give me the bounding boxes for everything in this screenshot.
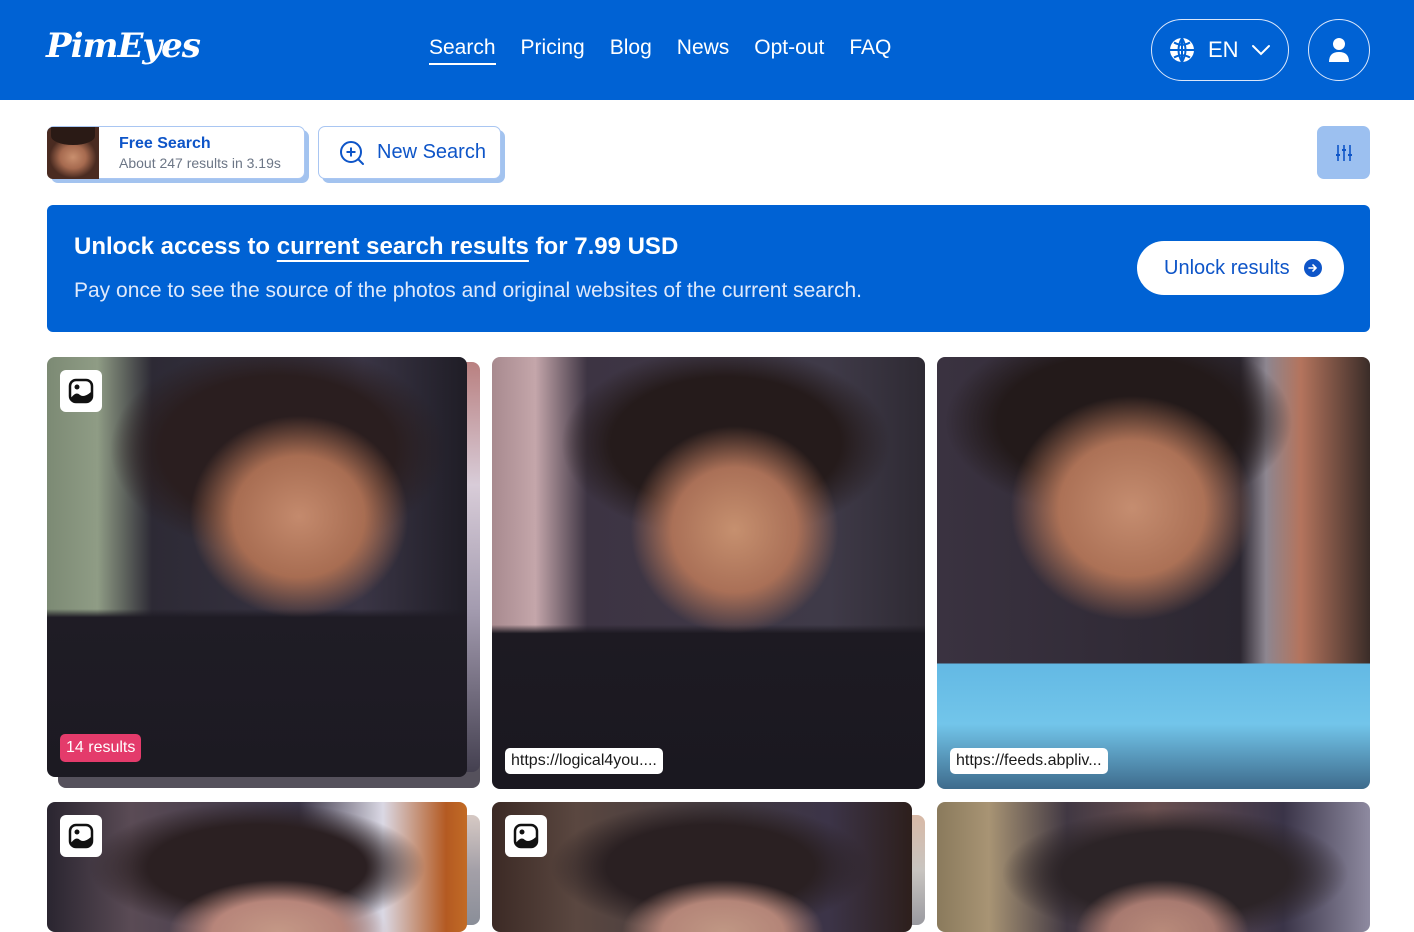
unlock-banner: Unlock access to current search results … <box>47 205 1370 332</box>
account-button[interactable] <box>1308 19 1370 81</box>
unlock-results-label: Unlock results <box>1164 256 1290 279</box>
nav-pricing[interactable]: Pricing <box>521 36 585 66</box>
chevron-down-icon <box>1251 45 1270 56</box>
current-search-card[interactable]: Free Search About 247 results in 3.19s <box>47 126 305 179</box>
pimeyes-logo[interactable]: PimEyes <box>46 26 201 66</box>
banner-subtitle: Pay once to see the source of the photos… <box>74 279 862 302</box>
nav-opt-out[interactable]: Opt-out <box>754 36 824 66</box>
sliders-icon <box>1335 144 1352 161</box>
image-type-badge <box>60 370 102 412</box>
result-card-2[interactable]: https://logical4you.... <box>492 357 925 789</box>
logo-text: PimEyes <box>46 26 201 66</box>
search-plus-icon <box>340 140 364 165</box>
image-icon <box>68 378 94 404</box>
nav-faq[interactable]: FAQ <box>849 36 891 66</box>
image-icon <box>513 823 539 849</box>
new-search-button[interactable]: New Search <box>318 126 501 179</box>
user-icon <box>1329 38 1349 62</box>
language-label: EN <box>1208 37 1239 62</box>
result-card-4[interactable] <box>47 802 467 932</box>
nav-blog[interactable]: Blog <box>610 36 652 66</box>
source-url-chip: https://feeds.abpliv... <box>950 748 1108 774</box>
banner-title: Unlock access to current search results … <box>74 233 679 260</box>
current-results-link[interactable]: current search results <box>277 233 529 260</box>
new-search-label: New Search <box>377 141 486 163</box>
result-card-1[interactable]: 14 results <box>47 357 467 777</box>
image-type-badge <box>505 815 547 857</box>
top-header: PimEyes Search Pricing Blog News Opt-out… <box>0 0 1414 100</box>
unlock-results-button[interactable]: Unlock results <box>1137 241 1344 295</box>
search-result-count: About 247 results in 3.19s <box>119 154 281 171</box>
search-face-thumbnail <box>47 126 99 179</box>
result-card-3[interactable]: https://feeds.abpliv... <box>937 357 1370 789</box>
source-url-chip: https://logical4you.... <box>505 748 663 774</box>
nav-search[interactable]: Search <box>429 36 496 66</box>
results-count-badge: 14 results <box>60 734 142 762</box>
arrow-right-icon <box>1303 259 1322 277</box>
globe-icon <box>1170 37 1194 63</box>
nav-news[interactable]: News <box>677 36 730 66</box>
result-card-5[interactable] <box>492 802 912 932</box>
main-nav: Search Pricing Blog News Opt-out FAQ <box>429 36 916 66</box>
search-title: Free Search <box>119 134 211 152</box>
image-icon <box>68 823 94 849</box>
result-card-6[interactable] <box>937 802 1370 932</box>
filter-button[interactable] <box>1317 126 1370 179</box>
image-type-badge <box>60 815 102 857</box>
language-selector[interactable]: EN <box>1151 19 1289 81</box>
